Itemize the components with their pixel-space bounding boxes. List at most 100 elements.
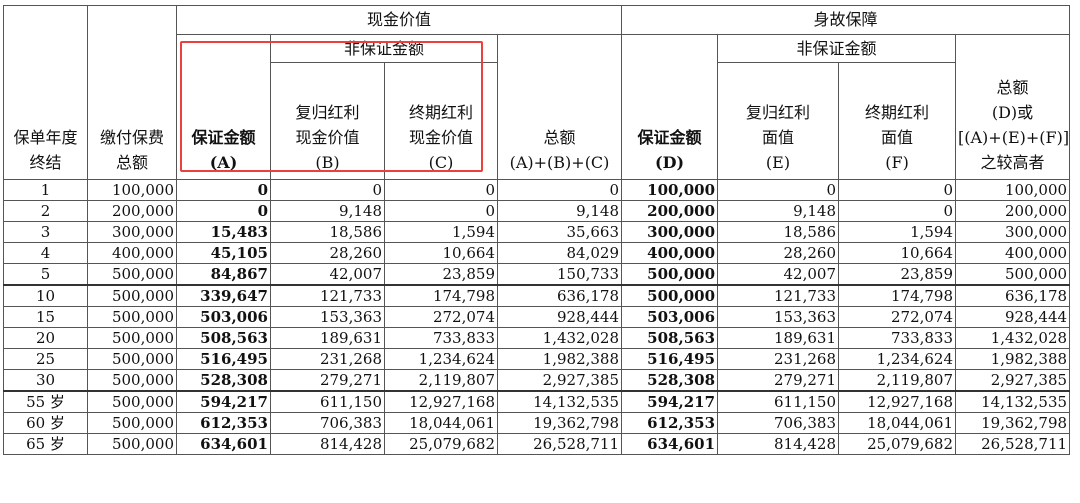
cell-cv-terminal: 25,079,682 [384,433,498,455]
cell-db-guaranteed: 528,308 [621,369,719,392]
cell-total-premium: 400,000 [87,242,177,264]
cell-policy-year: 1 [3,179,88,201]
cell-db-terminal: 1,234,624 [838,348,957,370]
cell-cv-reversionary: 18,586 [270,221,385,243]
cell-cv-reversionary: 706,383 [270,412,385,434]
cell-cv-total: 150,733 [496,263,623,286]
cell-cv-reversionary: 9,148 [270,200,385,222]
cell-db-reversionary: 231,268 [717,348,840,370]
cell-cv-terminal: 18,044,061 [384,412,498,434]
cell-db-reversionary: 814,428 [717,433,840,455]
cell-policy-year: 25 [3,348,88,370]
cell-cv-guaranteed: 516,495 [176,348,271,370]
cell-cv-reversionary: 121,733 [270,284,385,307]
cell-cv-terminal: 2,119,807 [384,369,498,392]
cell-db-guaranteed: 200,000 [621,200,719,222]
cell-db-reversionary: 9,148 [717,200,840,222]
cell-policy-year: 20 [3,327,88,349]
cell-db-guaranteed: 516,495 [621,348,719,370]
cell-policy-year: 65 岁 [3,433,88,455]
cell-cv-total: 636,178 [496,284,623,307]
cell-cv-guaranteed: 84,867 [176,263,271,286]
cell-cv-reversionary: 28,260 [270,242,385,264]
cell-cv-guaranteed: 45,105 [176,242,271,264]
cell-cv-guaranteed: 15,483 [176,221,271,243]
cell-cv-total: 0 [496,179,623,201]
cell-cv-total: 26,528,711 [496,433,623,455]
illustration-table-wrapper: 现金价值 身故保障 非保证金额 非保证金额 保单年度 终结 缴付保费 总额 保证… [0,0,1080,503]
cell-cv-terminal: 1,234,624 [384,348,498,370]
cell-db-total: 14,132,535 [955,390,1071,413]
cell-cv-guaranteed: 0 [176,200,271,222]
cell-total-premium: 500,000 [87,284,177,307]
table-row: 10 500,000 339,647 121,733 174,798 636,178 500… [3,284,1071,307]
cell-db-terminal: 25,079,682 [838,433,957,455]
cell-db-guaranteed: 500,000 [621,263,719,286]
cell-total-premium: 500,000 [87,433,177,455]
cell-cv-reversionary: 189,631 [270,327,385,349]
cell-db-guaranteed: 508,563 [621,327,719,349]
cell-cv-terminal: 174,798 [384,284,498,307]
cell-db-reversionary: 121,733 [717,284,840,307]
cell-db-total: 400,000 [955,242,1071,264]
header-blank-premium [87,5,177,35]
cell-cv-total: 928,444 [496,306,623,328]
header-total-premium: 缴付保费 总额 [87,62,177,180]
cell-cv-reversionary: 42,007 [270,263,385,286]
header-cv-terminal: 终期红利 现金价值 (C) [384,62,498,180]
cell-total-premium: 500,000 [87,390,177,413]
cell-total-premium: 500,000 [87,306,177,328]
header-db-reversionary: 复归红利 面值 (E) [717,62,840,180]
header-cv-reversionary: 复归红利 现金价值 (B) [270,62,385,180]
cell-cv-guaranteed: 0 [176,179,271,201]
cell-total-premium: 500,000 [87,327,177,349]
cell-total-premium: 100,000 [87,179,177,201]
cell-cv-reversionary: 0 [270,179,385,201]
cell-db-total: 1,982,388 [955,348,1071,370]
header-death-benefit-group: 身故保障 [621,5,1071,35]
cell-policy-year: 60 岁 [3,412,88,434]
cell-total-premium: 300,000 [87,221,177,243]
table-body: 1 100,000 0 0 0 0 100,000 0 0 100,000 2 200,000 0 9,1… [3,179,1071,455]
header-db-non-guaranteed: 非保证金额 [717,34,957,63]
header-policy-year: 保单年度 终结 [3,62,88,180]
cell-policy-year: 5 [3,263,88,286]
table-header: 现金价值 身故保障 非保证金额 非保证金额 保单年度 终结 缴付保费 总额 保证… [3,5,1071,180]
cell-cv-total: 1,432,028 [496,327,623,349]
cell-cv-terminal: 10,664 [384,242,498,264]
cell-total-premium: 500,000 [87,369,177,392]
cell-db-reversionary: 279,271 [717,369,840,392]
cell-cv-reversionary: 279,271 [270,369,385,392]
cell-cv-reversionary: 814,428 [270,433,385,455]
cell-cv-terminal: 733,833 [384,327,498,349]
table-row: 4 400,000 45,105 28,260 10,664 84,029 400,000 2… [3,242,1071,264]
cell-total-premium: 200,000 [87,200,177,222]
header-db-guaranteed: 保证金额 (D) [621,62,719,180]
cell-cv-guaranteed: 508,563 [176,327,271,349]
cell-cv-guaranteed: 339,647 [176,284,271,307]
cell-db-terminal: 174,798 [838,284,957,307]
cell-db-terminal: 272,074 [838,306,957,328]
header-blank-year [3,5,88,35]
header-cv-total: 总额 (A)+(B)+(C) [496,62,623,180]
cell-db-terminal: 23,859 [838,263,957,286]
cell-db-guaranteed: 300,000 [621,221,719,243]
cell-cv-total: 1,982,388 [496,348,623,370]
table-row: 60 岁 500,000 612,353 706,383 18,044,061 19,36… [3,412,1071,434]
cell-cv-guaranteed: 612,353 [176,412,271,434]
cell-db-total: 2,927,385 [955,369,1071,392]
cell-db-guaranteed: 400,000 [621,242,719,264]
cell-cv-guaranteed: 528,308 [176,369,271,392]
cell-db-guaranteed: 503,006 [621,306,719,328]
table-row: 2 200,000 0 9,148 0 9,148 200,000 9,148 0 200,000 [3,200,1071,222]
table-row: 30 500,000 528,308 279,271 2,119,807 2,927,38… [3,369,1071,392]
cell-cv-guaranteed: 503,006 [176,306,271,328]
cell-db-terminal: 10,664 [838,242,957,264]
cell-cv-total: 2,927,385 [496,369,623,392]
cell-db-reversionary: 189,631 [717,327,840,349]
cell-db-total: 1,432,028 [955,327,1071,349]
cell-cv-total: 9,148 [496,200,623,222]
cell-db-reversionary: 18,586 [717,221,840,243]
cell-db-total: 928,444 [955,306,1071,328]
cell-db-terminal: 12,927,168 [838,390,957,413]
